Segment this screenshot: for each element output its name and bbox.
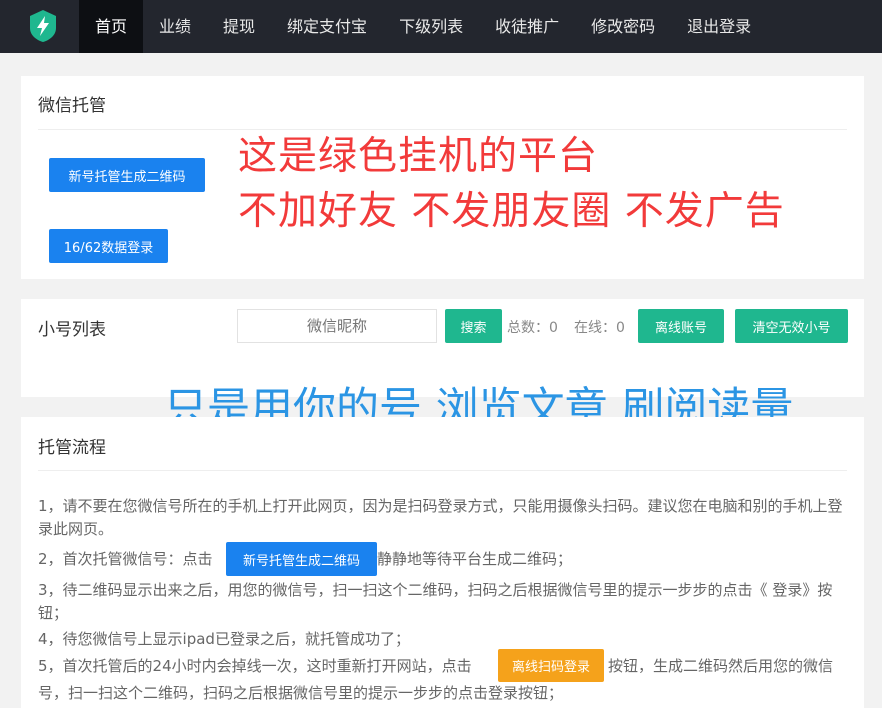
search-button[interactable]: 搜索	[445, 309, 502, 343]
nav-item-performance[interactable]: 业绩	[143, 0, 207, 53]
offline-accounts-button[interactable]: 离线账号	[638, 309, 724, 343]
new-qr-button[interactable]: 新号托管生成二维码	[49, 158, 205, 192]
card-title: 托管流程	[38, 438, 106, 458]
flow-step-5-continued: 号，扫一扫这个二维码，扫码之后根据微信号里的提示一步步的点击登录按钮；	[38, 684, 564, 702]
flow-step-3: 3，待二维码显示出来之后，用您的微信号，扫一扫这个二维码，扫码之后根据微信号里的…	[38, 581, 833, 622]
data-login-button[interactable]: 16/62数据登录	[49, 229, 168, 263]
nav-item-home[interactable]: 首页	[79, 0, 144, 53]
clear-invalid-button[interactable]: 清空无效小号	[735, 309, 848, 343]
flow-step-2-suffix: 静静地等待平台生成二维码；	[377, 550, 573, 568]
nav-item-bind-alipay[interactable]: 绑定支付宝	[271, 0, 383, 53]
nav-item-withdraw[interactable]: 提现	[207, 0, 271, 53]
flow-step-5-suffix: 按钮，生成二维码然后用您的微信	[608, 657, 834, 675]
online-count: 在线：0	[574, 320, 625, 336]
top-navbar: 首页 业绩 提现 绑定支付宝 下级列表 收徒推广 修改密码 退出登录	[0, 0, 882, 53]
flow-step-1: 1，请不要在您微信号所在的手机上打开此网页，因为是扫码登录方式，只能用摄像头扫码…	[38, 497, 843, 538]
card-title: 微信托管	[38, 96, 106, 116]
flow-step-5-prefix: 5，首次托管后的24小时内会掉线一次，这时重新打开网站，点击	[38, 657, 472, 675]
card-title: 小号列表	[38, 320, 106, 340]
divider	[38, 129, 847, 130]
nav-item-change-password[interactable]: 修改密码	[575, 0, 671, 53]
nav-item-recruit[interactable]: 收徒推广	[479, 0, 575, 53]
divider	[38, 470, 847, 471]
lightning-shield-logo-icon[interactable]	[27, 9, 59, 43]
hosting-flow-card: 托管流程 1，请不要在您微信号所在的手机上打开此网页，因为是扫码登录方式，只能用…	[21, 417, 864, 708]
nav-item-logout[interactable]: 退出登录	[671, 0, 767, 53]
offline-qr-login-button[interactable]: 离线扫码登录	[498, 649, 604, 682]
nav-item-sub-list[interactable]: 下级列表	[383, 0, 479, 53]
flow-step-2-prefix: 2，首次托管微信号：点击	[38, 550, 213, 568]
flow-new-qr-button[interactable]: 新号托管生成二维码	[226, 542, 377, 576]
overlay-red-line2: 不加好友 不发朋友圈 不发广告	[238, 189, 785, 234]
overlay-red-line1: 这是绿色挂机的平台	[238, 134, 599, 179]
main-nav: 首页 业绩 提现 绑定支付宝 下级列表 收徒推广 修改密码 退出登录	[79, 0, 767, 53]
nickname-search-input[interactable]	[237, 309, 437, 343]
total-count: 总数：0	[507, 320, 558, 336]
flow-step-4: 4，待您微信号上显示ipad已登录之后，就托管成功了；	[38, 630, 410, 648]
